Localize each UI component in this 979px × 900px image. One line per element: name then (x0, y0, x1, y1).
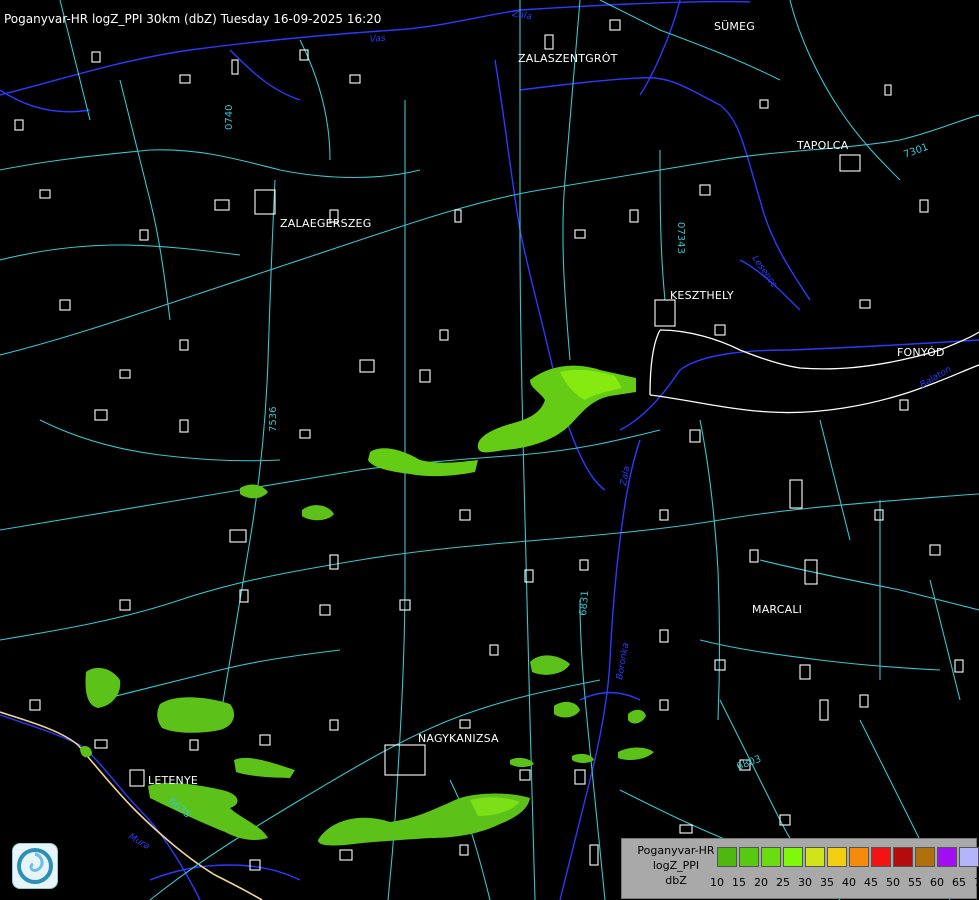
city-label-letenye: LETENYE (148, 774, 198, 787)
city-label-tapolca: TAPOLCA (796, 139, 849, 152)
road-label-7536: 7536 (268, 407, 279, 432)
legend-tick: 70 (974, 876, 979, 889)
road-label-07343: 07343 (675, 222, 686, 254)
city-label-zalaszentgrot: ZALASZENTGRÓT (518, 52, 618, 65)
legend-swatch (827, 847, 847, 867)
legend-tick: 10 (710, 876, 724, 889)
legend-product-name: logZ_PPI (652, 859, 700, 872)
legend-tick: 55 (908, 876, 922, 889)
legend-tick: 40 (842, 876, 856, 889)
echo-sw-2 (157, 697, 235, 733)
legend-swatch (849, 847, 869, 867)
legend-tick: 35 (820, 876, 834, 889)
legend-swatch (805, 847, 825, 867)
road-label-0740: 0740 (224, 105, 235, 130)
city-label-zalaegerszeg: ZALAEGERSZEG (280, 217, 371, 230)
city-label-marcali: MARCALI (752, 603, 802, 616)
legend-tick: 20 (754, 876, 768, 889)
weather-service-logo (12, 843, 58, 889)
legend-swatch (783, 847, 803, 867)
city-label-keszthely: KESZTHELY (670, 289, 734, 302)
legend-tick: 30 (798, 876, 812, 889)
map-title: Poganyvar-HR logZ_PPI 30km (dbZ) Tuesday… (4, 12, 382, 26)
legend-tick-labels: 10 15 20 25 30 35 40 45 50 55 60 65 70 (710, 876, 979, 889)
legend-swatch (761, 847, 781, 867)
legend-tick: 25 (776, 876, 790, 889)
swirl-logo-icon (17, 848, 53, 884)
legend-swatch (893, 847, 913, 867)
legend-tick: 45 (864, 876, 878, 889)
dbz-legend: Poganyvar-HR logZ_PPI dbZ 10 15 20 25 30 35 40… (621, 838, 979, 899)
city-label-sumeg: SÜMEG (714, 20, 755, 33)
legend-swatch (915, 847, 935, 867)
legend-swatch (739, 847, 759, 867)
radar-map[interactable]: SÜMEG ZALASZENTGRÓT TAPOLCA ZALAEGERSZEG… (0, 0, 979, 900)
legend-swatch (871, 847, 891, 867)
legend-radar-name: Poganyvar-HR (637, 844, 715, 857)
city-label-nagykanizsa: NAGYKANIZSA (418, 732, 499, 745)
city-label-fonyod: FONYÓD (897, 346, 945, 359)
legend-swatch (959, 847, 979, 867)
legend-tick: 65 (952, 876, 966, 889)
legend-tick: 15 (732, 876, 746, 889)
legend-tick: 50 (886, 876, 900, 889)
legend-color-scale (717, 847, 979, 867)
road-label-6831: 6831 (578, 590, 591, 616)
legend-swatch (937, 847, 957, 867)
legend-swatch (717, 847, 737, 867)
legend-tick: 60 (930, 876, 944, 889)
river-label-vas: Vas (369, 34, 386, 45)
